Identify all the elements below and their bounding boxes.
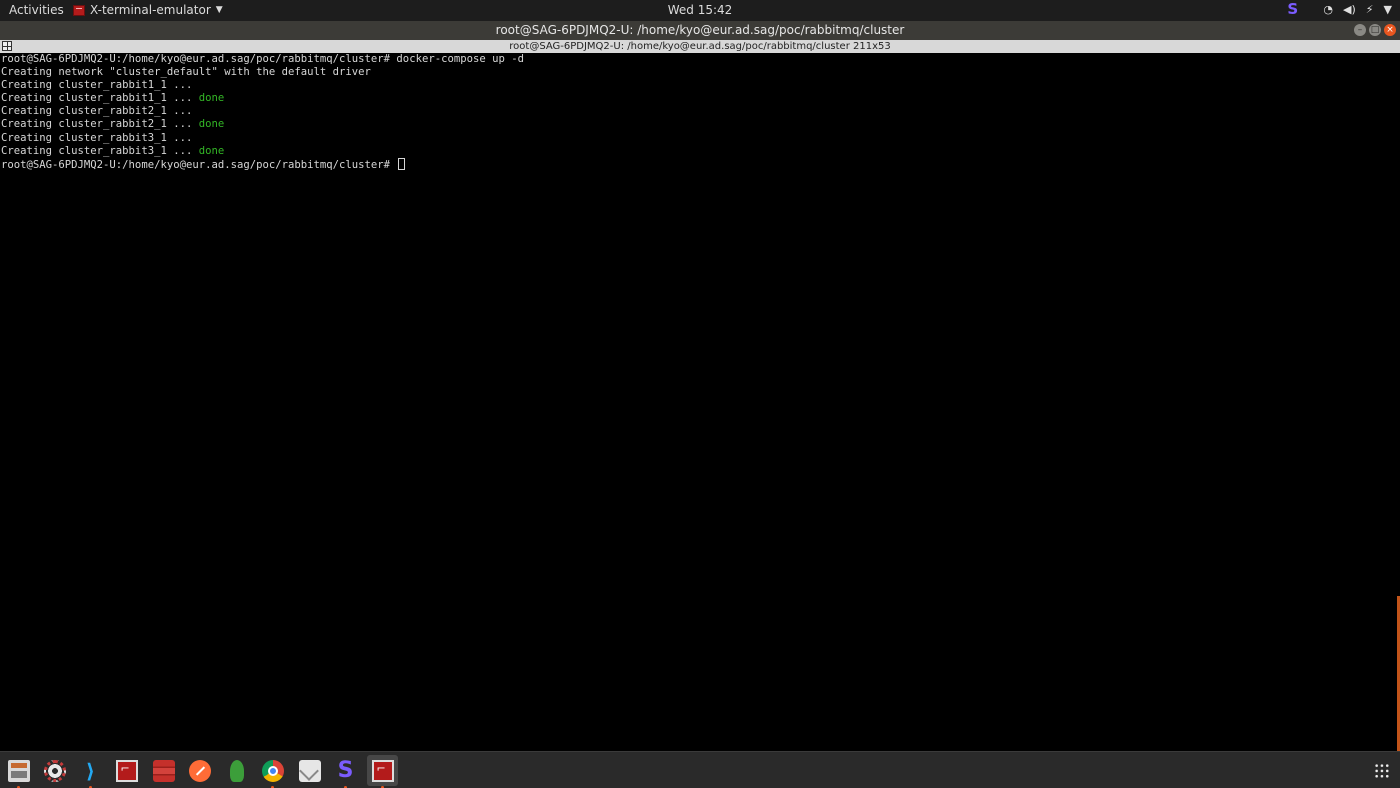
system-tray: S ◔ ◀) ⚡ ▼ [1287, 2, 1392, 17]
sublime-icon[interactable]: S [1287, 2, 1301, 17]
volume-icon[interactable]: ◀) [1343, 3, 1356, 16]
terminal-line: Creating cluster_rabbit3_1 ... [1, 131, 193, 144]
mail-icon [298, 759, 321, 782]
terminal-line: Creating cluster_rabbit1_1 ... done [0, 92, 1400, 105]
xterm-status-text: root@SAG-6PDJMQ2-U: /home/kyo@eur.ad.sag… [509, 41, 891, 52]
terminal-icon [115, 759, 138, 782]
clock[interactable]: Wed 15:42 [0, 3, 1400, 17]
dock-item-terminal[interactable] [111, 755, 142, 786]
dock-item-rocket[interactable] [221, 755, 252, 786]
terminal-line: Creating cluster_rabbit3_1 ... done [0, 145, 1400, 158]
terminal-prompt-line[interactable]: root@SAG-6PDJMQ2-U:/home/kyo@eur.ad.sag/… [0, 157, 1400, 171]
settings-gear-icon [43, 759, 66, 782]
dock-item-postman[interactable] [184, 755, 215, 786]
terminal-line-text: Creating cluster_rabbit1_1 ... [1, 92, 199, 105]
dock-item-settings[interactable] [39, 755, 70, 786]
done-status: done [198, 92, 225, 105]
terminal-line: root@SAG-6PDJMQ2-U:/home/kyo@eur.ad.sag/… [1, 53, 524, 65]
redis-icon [152, 759, 175, 782]
done-status: done [198, 118, 225, 131]
window-title-bar[interactable]: root@SAG-6PDJMQ2-U: /home/kyo@eur.ad.sag… [0, 21, 1400, 40]
dock-item-redis[interactable] [148, 755, 179, 786]
dock-item-vscode[interactable]: ⟩ [75, 755, 106, 788]
dock: ⟩ S [0, 751, 1400, 788]
maximize-icon[interactable]: □ [1369, 24, 1381, 36]
dock-item-mail[interactable] [294, 755, 325, 786]
xterm-icon [371, 759, 394, 782]
minimize-icon[interactable]: – [1354, 24, 1366, 36]
terminal-line-text: Creating cluster_rabbit3_1 ... [1, 144, 199, 157]
sublime-text-icon: S [337, 757, 354, 783]
text-cursor [398, 157, 406, 170]
terminal-line: Creating network "cluster_default" with … [1, 66, 371, 79]
vscode-icon: ⟩ [85, 758, 96, 783]
files-icon [7, 759, 30, 782]
wifi-icon[interactable]: ◔ [1323, 3, 1333, 16]
dock-item-xterm[interactable] [367, 755, 398, 788]
rocket-icon [229, 759, 244, 782]
chrome-icon [261, 759, 284, 782]
dock-item-chrome[interactable] [257, 755, 288, 788]
postman-icon [188, 759, 211, 782]
battery-icon[interactable]: ⚡ [1366, 3, 1374, 16]
show-applications-button[interactable] [1366, 755, 1397, 786]
terminal-line-text: Creating cluster_rabbit2_1 ... [1, 118, 199, 131]
system-menu-icon[interactable]: ▼ [1384, 3, 1392, 16]
dock-item-files[interactable] [3, 755, 34, 788]
terminal-line: Creating cluster_rabbit2_1 ... [1, 105, 193, 118]
xterm-status-bar: root@SAG-6PDJMQ2-U: /home/kyo@eur.ad.sag… [0, 40, 1400, 53]
done-status: done [198, 144, 225, 157]
close-icon[interactable]: × [1384, 24, 1396, 36]
terminal-line: Creating cluster_rabbit2_1 ... done [0, 118, 1400, 131]
terminal-line: Creating cluster_rabbit1_1 ... [1, 79, 193, 92]
dock-item-sublime[interactable]: S [330, 755, 361, 788]
terminal-output[interactable]: root@SAG-6PDJMQ2-U:/home/kyo@eur.ad.sag/… [0, 53, 1400, 752]
show-applications-icon [1373, 762, 1390, 779]
shell-prompt: root@SAG-6PDJMQ2-U:/home/kyo@eur.ad.sag/… [1, 158, 397, 171]
top-panel: Activities X-terminal-emulator ▼ Wed 15:… [0, 0, 1400, 21]
window-controls: – □ × [1354, 24, 1396, 36]
window-title: root@SAG-6PDJMQ2-U: /home/kyo@eur.ad.sag… [495, 23, 905, 37]
